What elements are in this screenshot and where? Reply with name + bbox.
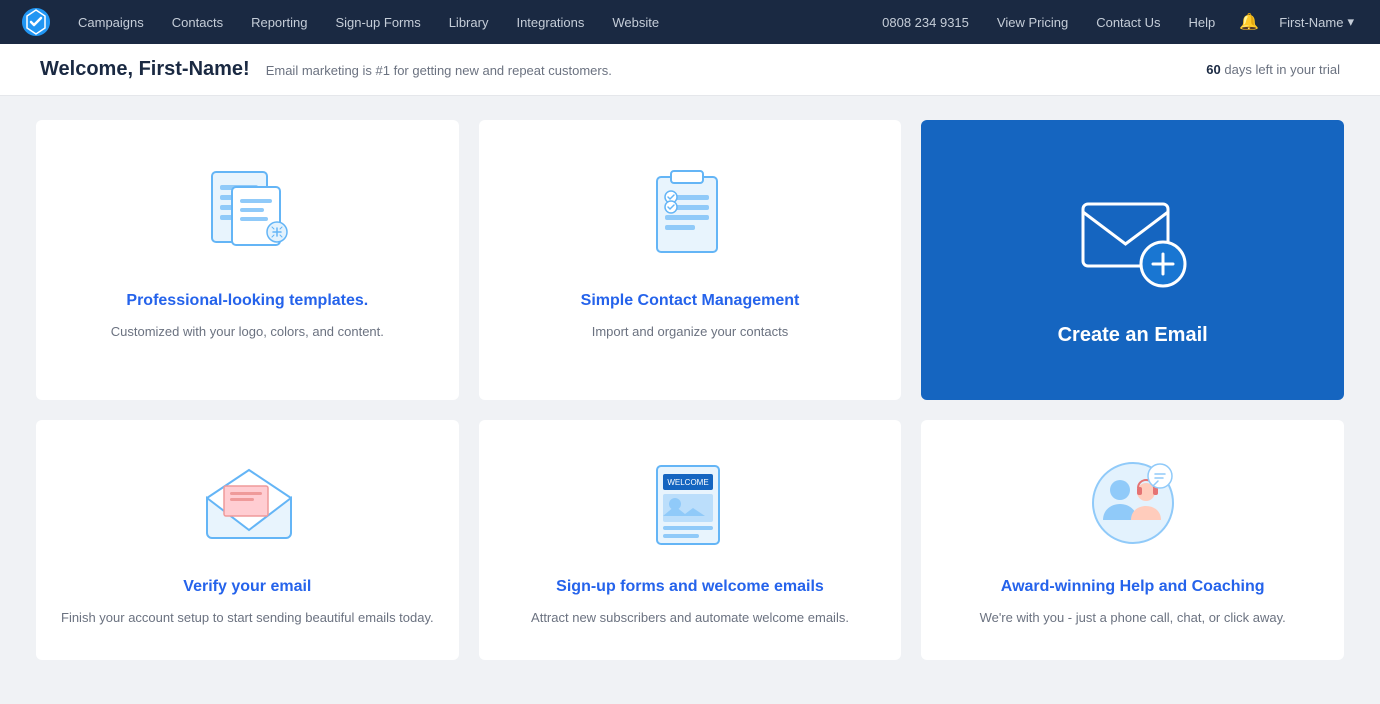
nav-signup-forms[interactable]: Sign-up Forms [321, 0, 434, 44]
header-bar: Welcome, First-Name! Email marketing is … [0, 44, 1380, 96]
signup-forms-desc: Attract new subscribers and automate wel… [531, 608, 849, 628]
nav-right: 0808 234 9315 View Pricing Contact Us He… [868, 0, 1364, 44]
header-subtitle: Email marketing is #1 for getting new an… [266, 63, 612, 78]
chevron-down-icon: ▾ [1347, 14, 1354, 30]
contacts-desc: Import and organize your contacts [592, 322, 789, 342]
help-coaching-desc: We're with you - just a phone call, chat… [980, 608, 1286, 628]
help-link[interactable]: Help [1175, 0, 1230, 44]
help-coaching-icon [1078, 448, 1188, 558]
nav-integrations[interactable]: Integrations [502, 0, 598, 44]
logo[interactable] [16, 2, 56, 42]
main-content: Professional-looking templates. Customiz… [0, 96, 1380, 704]
signup-forms-icon: WELCOME [635, 448, 745, 558]
view-pricing-link[interactable]: View Pricing [983, 0, 1082, 44]
phone-number: 0808 234 9315 [868, 0, 983, 44]
templates-desc: Customized with your logo, colors, and c… [111, 322, 384, 342]
verify-email-card[interactable]: Verify your email Finish your account se… [36, 420, 459, 660]
create-email-card[interactable]: Create an Email [921, 120, 1344, 400]
nav-library[interactable]: Library [435, 0, 503, 44]
welcome-heading: Welcome, First-Name! [40, 58, 250, 81]
help-coaching-card[interactable]: Award-winning Help and Coaching We're wi… [921, 420, 1344, 660]
svg-text:WELCOME: WELCOME [667, 478, 708, 487]
user-menu[interactable]: First-Name ▾ [1269, 0, 1364, 44]
trial-text: days left in your trial [1224, 62, 1340, 77]
nav-links: Campaigns Contacts Reporting Sign-up For… [64, 0, 868, 44]
nav-contacts[interactable]: Contacts [158, 0, 237, 44]
contact-us-link[interactable]: Contact Us [1082, 0, 1174, 44]
cards-row-1: Professional-looking templates. Customiz… [36, 120, 1344, 400]
user-name: First-Name [1279, 15, 1343, 30]
navigation: Campaigns Contacts Reporting Sign-up For… [0, 0, 1380, 44]
signup-forms-card[interactable]: WELCOME Sign-up forms and welcome emails… [479, 420, 902, 660]
nav-reporting[interactable]: Reporting [237, 0, 321, 44]
contacts-icon [630, 152, 750, 272]
nav-website[interactable]: Website [598, 0, 673, 44]
verify-email-icon [192, 448, 302, 558]
templates-icon [187, 152, 307, 272]
create-email-title: Create an Email [1058, 324, 1208, 347]
verify-email-desc: Finish your account setup to start sendi… [61, 608, 434, 628]
nav-campaigns[interactable]: Campaigns [64, 0, 158, 44]
welcome-prefix: Welcome, [40, 58, 139, 80]
contact-management-card[interactable]: Simple Contact Management Import and org… [479, 120, 902, 400]
contacts-title: Simple Contact Management [581, 292, 800, 310]
signup-forms-title: Sign-up forms and welcome emails [556, 578, 824, 596]
notifications-icon[interactable]: 🔔 [1229, 0, 1269, 44]
create-email-icon [1068, 174, 1198, 304]
help-coaching-title: Award-winning Help and Coaching [1001, 578, 1265, 596]
trial-info: 60 days left in your trial [1206, 62, 1340, 77]
templates-title: Professional-looking templates. [126, 292, 368, 310]
verify-email-title: Verify your email [183, 578, 311, 596]
trial-days: 60 [1206, 62, 1220, 77]
templates-card[interactable]: Professional-looking templates. Customiz… [36, 120, 459, 400]
cards-row-2: Verify your email Finish your account se… [36, 420, 1344, 660]
welcome-username: First-Name! [139, 58, 250, 80]
